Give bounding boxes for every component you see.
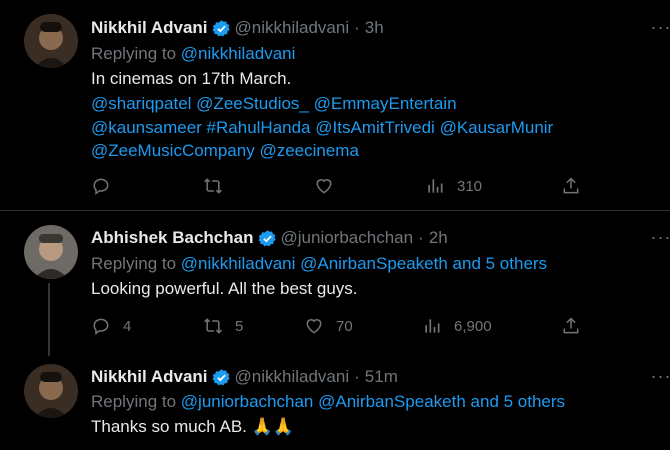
avatar[interactable] <box>24 14 78 68</box>
like-icon <box>316 179 332 194</box>
display-name[interactable]: Nikkhil Advani <box>91 18 208 38</box>
mentions-line-1: @shariqpatel @ZeeStudios_ @EmmayEntertai… <box>91 92 457 116</box>
retweet-button[interactable] <box>203 174 235 198</box>
replying-to: Replying to @nikkhiladvani <box>91 44 296 63</box>
folded-hands-emoji: 🙏🙏 <box>251 417 294 436</box>
timestamp[interactable]: 3h <box>365 18 384 38</box>
tweet-header: Nikkhil Advani @nikkhiladvani · 3h <box>91 17 384 39</box>
verified-badge-icon <box>257 229 277 248</box>
like-button[interactable]: 70 <box>304 314 353 338</box>
display-name[interactable]: Nikkhil Advani <box>91 367 208 387</box>
more-options-icon[interactable]: ··· <box>646 227 670 248</box>
more-options-icon[interactable]: ··· <box>646 17 670 38</box>
mention-link[interactable]: @zeecinema <box>259 141 358 160</box>
views-icon <box>425 319 440 333</box>
like-button[interactable] <box>314 174 346 198</box>
timestamp[interactable]: 2h <box>429 228 448 248</box>
others-link[interactable]: and 5 others <box>471 392 566 411</box>
mention-link[interactable]: @AnirbanSpeaketh <box>318 392 466 411</box>
mention-link[interactable]: @shariqpatel <box>91 94 191 113</box>
tweet-1[interactable]: Nikkhil Advani @nikkhiladvani · 3h ··· R… <box>0 0 670 210</box>
views-button[interactable]: 6,900 <box>422 314 492 338</box>
reply-icon <box>93 318 109 336</box>
reply-icon <box>93 178 109 196</box>
thread-line <box>48 283 50 356</box>
tweet-header: Abhishek Bachchan @juniorbachchan · 2h <box>91 227 448 249</box>
share-icon <box>563 317 579 334</box>
replying-to: Replying to @juniorbachchan @AnirbanSpea… <box>91 392 566 411</box>
verified-badge-icon <box>211 19 231 38</box>
mention-link[interactable]: @ItsAmitTrivedi <box>315 118 435 137</box>
mention-link[interactable]: @ZeeStudios_ <box>196 94 309 113</box>
views-icon <box>428 179 443 193</box>
mention-link[interactable]: @kaunsameer <box>91 118 202 137</box>
handle[interactable]: @nikkhiladvani <box>235 367 350 387</box>
retweet-icon <box>204 318 222 334</box>
tweet-2[interactable]: Abhishek Bachchan @juniorbachchan · 2h ·… <box>0 211 670 356</box>
retweet-icon <box>204 178 222 194</box>
tweet-text: Thanks so much AB. 🙏🙏 <box>91 417 294 436</box>
handle[interactable]: @nikkhiladvani <box>235 18 350 38</box>
tweet-3[interactable]: Nikkhil Advani @nikkhiladvani · 51m ··· … <box>0 356 670 450</box>
verified-badge-icon <box>211 368 231 387</box>
separator-dot: · <box>418 228 424 247</box>
reply-button[interactable]: 4 <box>91 314 131 338</box>
mentions-line-2: @kaunsameer #RahulHanda @ItsAmitTrivedi … <box>91 116 553 140</box>
like-icon <box>306 319 322 334</box>
tweet-text: Looking powerful. All the best guys. <box>91 279 358 298</box>
tweet-text: In cinemas on 17th March. <box>91 69 292 88</box>
mentions-line-3: @ZeeMusicCompany @zeecinema <box>91 139 359 163</box>
mention-link[interactable]: @nikkhiladvani <box>181 44 296 63</box>
tweet-header: Nikkhil Advani @nikkhiladvani · 51m <box>91 366 398 388</box>
display-name[interactable]: Abhishek Bachchan <box>91 228 254 248</box>
mention-link[interactable]: @EmmayEntertain <box>314 94 457 113</box>
mention-link[interactable]: @ZeeMusicCompany <box>91 141 255 160</box>
separator-dot: · <box>354 18 360 37</box>
tweet-actions: 4 5 70 6,900 <box>91 314 581 338</box>
mention-link[interactable]: @juniorbachchan <box>181 392 314 411</box>
hashtag-link[interactable]: #RahulHanda <box>207 118 311 137</box>
mention-link[interactable]: @KausarMunir <box>440 118 554 137</box>
retweet-button[interactable]: 5 <box>203 314 243 338</box>
tweet-actions: 310 <box>91 174 581 198</box>
views-button[interactable]: 310 <box>425 174 482 198</box>
mention-link[interactable]: @nikkhiladvani <box>181 254 296 273</box>
timestamp[interactable]: 51m <box>365 367 398 387</box>
avatar[interactable] <box>24 225 78 279</box>
share-button[interactable] <box>561 314 581 338</box>
reply-button[interactable] <box>91 174 123 198</box>
mention-link[interactable]: @AnirbanSpeaketh <box>300 254 448 273</box>
avatar[interactable] <box>24 364 78 418</box>
separator-dot: · <box>354 367 360 386</box>
others-link[interactable]: and 5 others <box>453 254 548 273</box>
share-button[interactable] <box>561 174 581 198</box>
more-options-icon[interactable]: ··· <box>646 366 670 387</box>
share-icon <box>563 177 579 194</box>
replying-to: Replying to @nikkhiladvani @AnirbanSpeak… <box>91 254 548 273</box>
handle[interactable]: @juniorbachchan <box>281 228 414 248</box>
